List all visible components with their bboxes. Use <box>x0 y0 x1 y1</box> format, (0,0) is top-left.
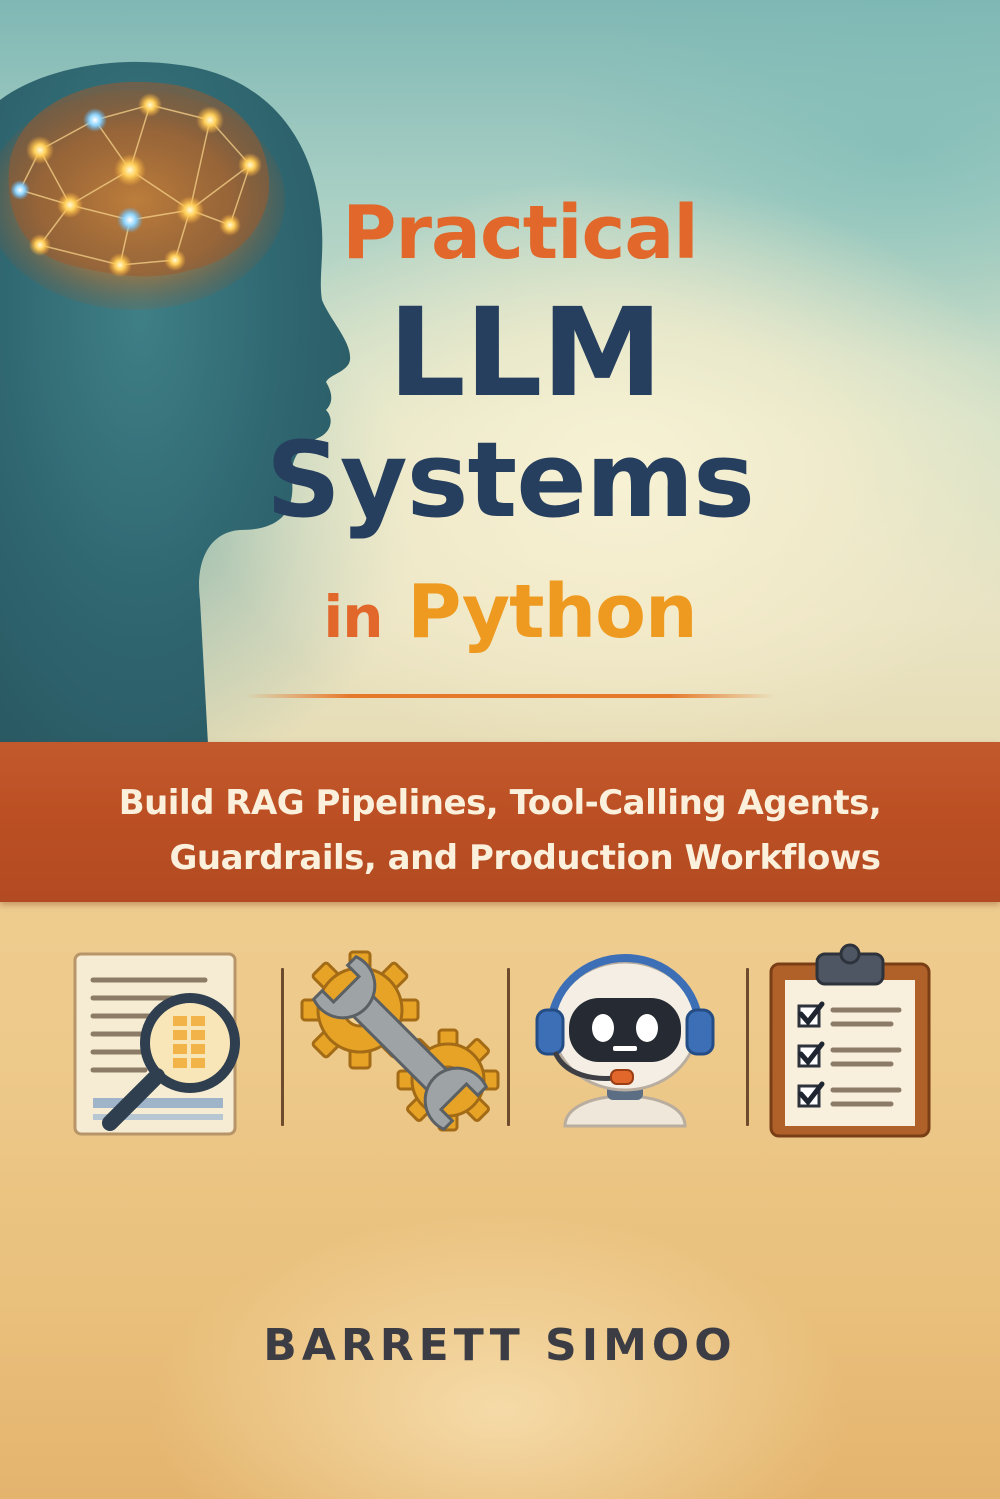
clipboard-checklist-icon <box>769 943 931 1138</box>
title-python: Python <box>407 569 697 655</box>
title-systems: Systems <box>265 419 755 541</box>
book-cover: Practical LLM Systems in Python Build RA… <box>0 0 1000 1499</box>
title-underline <box>245 694 775 698</box>
icon-divider <box>507 968 510 1126</box>
gears-wrench-icon <box>300 950 500 1132</box>
document-search-icon <box>73 952 240 1136</box>
subtitle-line-2: Guardrails, and Production Workflows <box>169 838 881 878</box>
author-name: BARRETT SIMOO <box>263 1320 737 1371</box>
title-in-python: in Python <box>230 575 790 649</box>
title-in: in <box>323 583 383 651</box>
icon-divider <box>281 968 284 1126</box>
title-practical: Practical <box>342 190 698 276</box>
robot-headset-icon <box>535 954 715 1128</box>
icon-divider <box>746 968 749 1126</box>
title-llm: LLM <box>388 282 663 424</box>
subtitle-line-1: Build RAG Pipelines, Tool-Calling Agents… <box>118 783 882 823</box>
